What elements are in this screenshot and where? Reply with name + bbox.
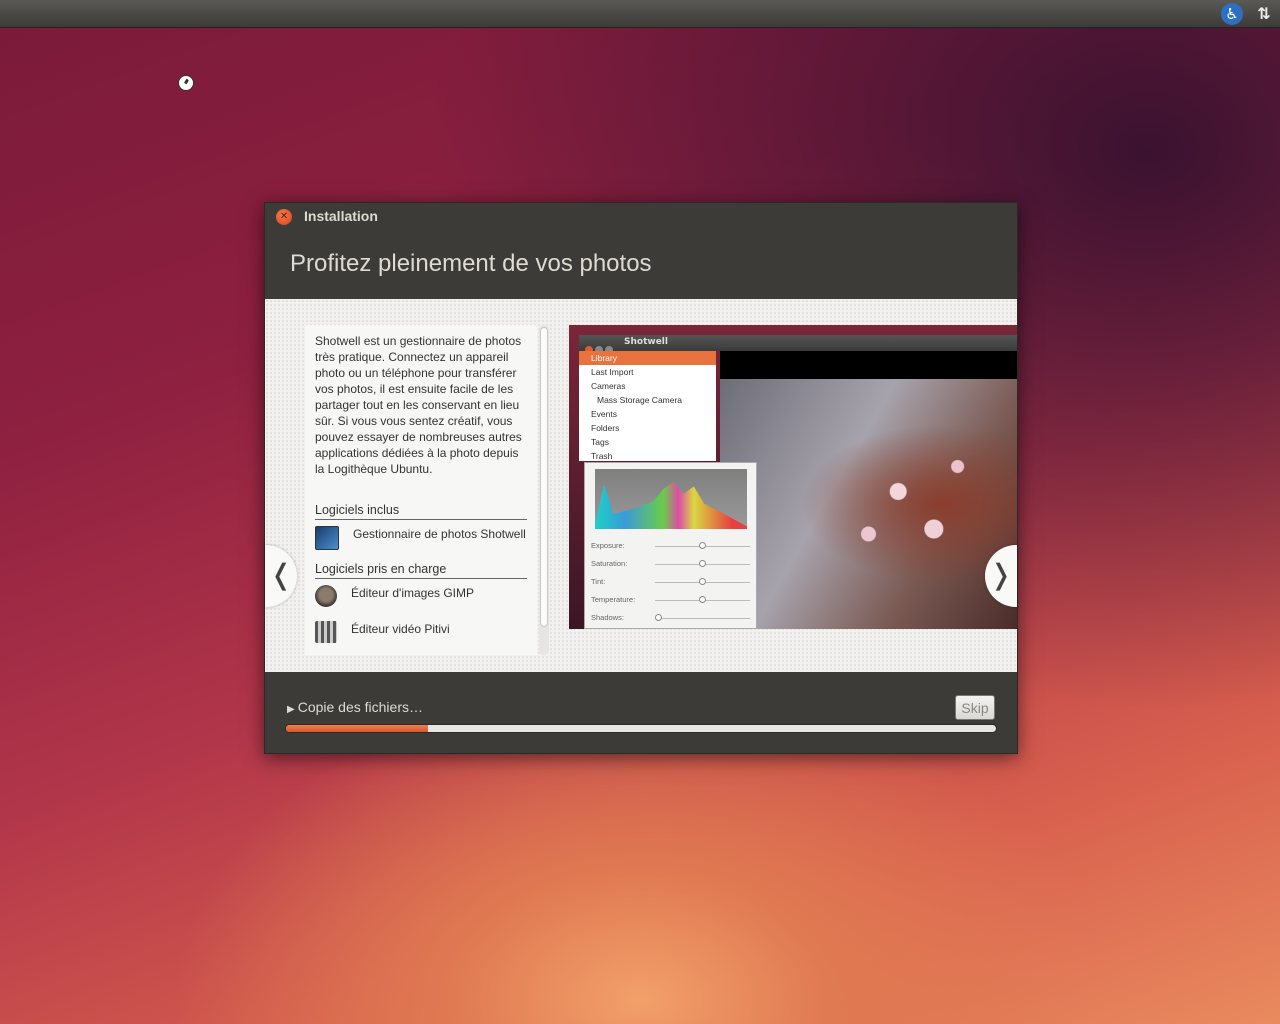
status-text: Copie des fichiers… — [297, 699, 423, 715]
list-item: Mass Storage Camera — [597, 395, 683, 405]
screenshot-app-title: Shotwell — [624, 337, 668, 347]
app-name: Éditeur vidéo Pitivi — [351, 622, 450, 636]
app-name: Éditeur d'images GIMP — [351, 586, 475, 600]
shotwell-icon — [315, 526, 339, 550]
text-scrollbar[interactable] — [539, 325, 549, 655]
slide-text-panel: Shotwell est un gestionnaire de photos t… — [305, 325, 537, 655]
list-item: Folders — [591, 423, 620, 433]
adjust-row: Tint: — [591, 577, 751, 587]
close-icon[interactable]: ✕ — [276, 209, 292, 225]
window-controls-icon — [585, 339, 617, 354]
shotwell-screenshot: Shotwell Library Last Import Cameras Mas… — [569, 325, 1017, 629]
previous-slide-button[interactable]: ❬ — [265, 545, 297, 607]
screenshot-sidebar: Library Last Import Cameras Mass Storage… — [579, 351, 716, 461]
adjust-row: Shadows: — [591, 613, 751, 623]
photo-letterbox — [720, 351, 1017, 379]
busy-cursor-icon — [178, 75, 194, 91]
slideshow-area: Shotwell est un gestionnaire de photos t… — [265, 299, 1017, 672]
cherry-blossom-photo — [720, 379, 1017, 629]
list-item: Gestionnaire de photos Shotwell — [315, 526, 527, 550]
progress-fill — [286, 725, 428, 732]
skip-button[interactable]: Skip — [955, 695, 995, 720]
screenshot-titlebar: Shotwell — [579, 335, 1017, 354]
window-title: Installation — [304, 208, 378, 224]
included-software-heading: Logiciels inclus — [315, 503, 527, 520]
progress-bar — [285, 724, 997, 733]
adjustments-panel: Exposure: Saturation: Tint: Temperature:… — [584, 462, 757, 629]
app-name: Gestionnaire de photos Shotwell — [353, 527, 526, 541]
window-titlebar: ✕ Installation — [265, 203, 1017, 231]
accessibility-icon[interactable]: ♿ — [1221, 3, 1243, 25]
expander-triangle-icon: ▶ — [287, 704, 295, 715]
list-item: Cameras — [591, 381, 626, 391]
network-arrows-icon[interactable]: ⇅ — [1254, 3, 1274, 25]
histogram — [595, 469, 747, 529]
slide-title: Profitez pleinement de vos photos — [290, 250, 652, 277]
list-item: Trash — [591, 451, 613, 461]
adjust-row: Exposure: — [591, 541, 751, 551]
slide-description: Shotwell est un gestionnaire de photos t… — [315, 334, 522, 476]
gimp-icon — [315, 585, 337, 607]
adjust-row: Temperature: — [591, 595, 751, 605]
list-item: Éditeur d'images GIMP — [315, 585, 527, 607]
list-item: Events — [591, 409, 617, 419]
details-expander[interactable]: ▶ Copie des fichiers… — [287, 699, 423, 715]
top-panel: ♿ ⇅ — [0, 0, 1280, 28]
list-item: Last Import — [591, 367, 634, 377]
adjust-row: Saturation: — [591, 559, 751, 569]
list-item: Library — [579, 351, 716, 365]
scrollbar-thumb[interactable] — [540, 327, 548, 627]
list-item: Tags — [591, 437, 609, 447]
supported-software-heading: Logiciels pris en charge — [315, 562, 527, 579]
list-item: Éditeur vidéo Pitivi — [315, 621, 527, 643]
pitivi-icon — [315, 621, 337, 643]
installer-window: ✕ Installation Profitez pleinement de vo… — [264, 202, 1018, 754]
